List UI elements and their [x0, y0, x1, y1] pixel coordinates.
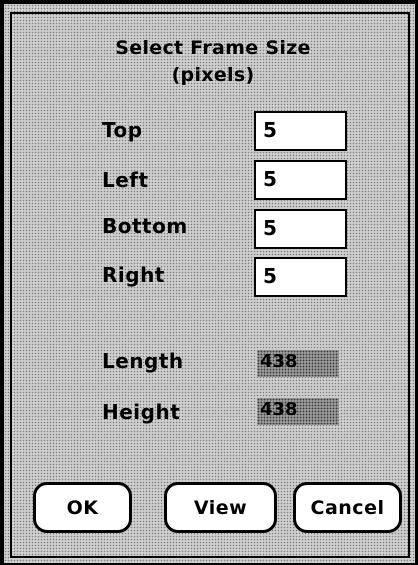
left-field[interactable]: 5: [254, 160, 347, 200]
left-label: Left: [102, 168, 149, 192]
height-readout: 438: [257, 398, 339, 425]
cancel-button[interactable]: Cancel: [293, 482, 402, 533]
bottom-label: Bottom: [102, 214, 188, 238]
view-button[interactable]: View: [164, 482, 277, 533]
top-field[interactable]: 5: [254, 111, 347, 151]
dialog-title: Select Frame Size: [115, 37, 311, 59]
height-label: Height: [102, 400, 181, 424]
dialog-subtitle: (pixels): [171, 64, 255, 86]
length-readout: 438: [257, 350, 339, 377]
frame-size-dialog: Select Frame Size (pixels) Top 5 Left 5 …: [0, 0, 418, 565]
right-label: Right: [102, 263, 165, 287]
bottom-field[interactable]: 5: [254, 209, 347, 249]
right-field[interactable]: 5: [254, 257, 347, 297]
top-label: Top: [102, 118, 143, 142]
dialog-inner-border: [10, 12, 410, 558]
ok-button[interactable]: OK: [33, 482, 132, 533]
length-label: Length: [102, 349, 184, 373]
